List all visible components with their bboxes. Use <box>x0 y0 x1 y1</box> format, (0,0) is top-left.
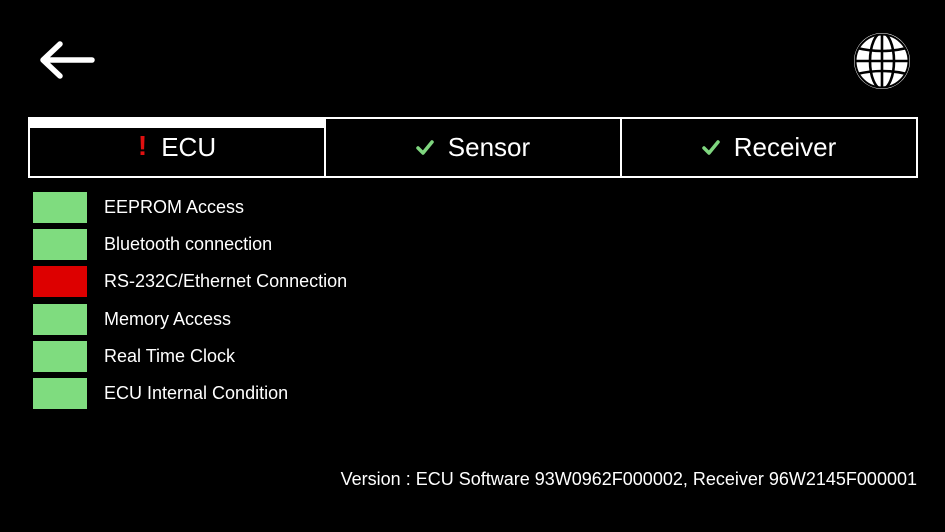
status-indicator <box>33 229 87 261</box>
status-label: Bluetooth connection <box>104 234 273 255</box>
status-label: Memory Access <box>104 308 232 329</box>
tab-bar: ! ECU Sensor Receiver <box>28 117 918 178</box>
version-info: Version : ECU Software 93W0962F000002, R… <box>340 469 917 489</box>
status-item-ecu-internal-condition: ECU Internal Condition <box>33 377 347 409</box>
status-label: ECU Internal Condition <box>104 382 289 403</box>
tab-sensor-label: Sensor <box>447 132 531 162</box>
status-item-memory-access: Memory Access <box>33 303 347 335</box>
status-item-eeprom-access: EEPROM Access <box>33 192 347 223</box>
status-list: EEPROM Access Bluetooth connection RS-23… <box>33 192 347 415</box>
tab-receiver-label: Receiver <box>733 132 837 162</box>
checkmark-icon <box>416 139 434 156</box>
arrow-left-icon <box>40 41 95 79</box>
status-indicator <box>33 266 87 298</box>
back-button[interactable] <box>34 38 98 82</box>
tab-sensor[interactable]: Sensor <box>324 119 620 176</box>
status-item-bluetooth-connection: Bluetooth connection <box>33 229 347 261</box>
status-indicator <box>33 192 87 223</box>
status-indicator <box>33 377 87 409</box>
globe-icon <box>854 33 910 89</box>
status-label: EEPROM Access <box>104 197 245 217</box>
status-label: RS-232C/Ethernet Connection <box>104 271 348 292</box>
status-item-rs232c-ethernet-connection: RS-232C/Ethernet Connection <box>33 266 348 298</box>
tab-receiver[interactable]: Receiver <box>620 119 916 176</box>
status-item-real-time-clock: Real Time Clock <box>33 340 347 372</box>
status-indicator <box>33 303 87 335</box>
status-indicator <box>33 340 87 372</box>
exclamation-icon: ! <box>137 129 148 161</box>
status-label: Real Time Clock <box>104 345 236 366</box>
tab-ecu[interactable]: ! ECU <box>28 117 324 176</box>
language-button[interactable] <box>851 31 913 91</box>
checkmark-icon <box>701 139 720 156</box>
tab-ecu-label: ECU <box>161 132 217 162</box>
